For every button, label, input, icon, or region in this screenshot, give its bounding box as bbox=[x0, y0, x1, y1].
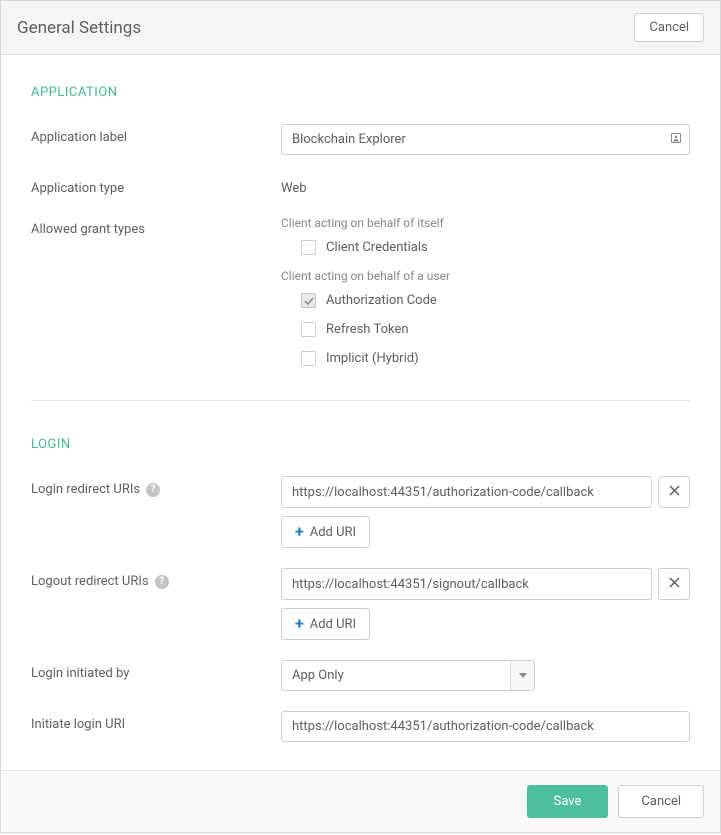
row-grant-types: Allowed grant types Client acting on beh… bbox=[31, 216, 690, 380]
checkbox-refresh-token[interactable] bbox=[301, 322, 316, 337]
remove-uri-button[interactable] bbox=[658, 476, 690, 508]
section-divider bbox=[31, 400, 690, 401]
label-logout-redirect: Logout redirect URIs ? bbox=[31, 568, 281, 589]
row-logout-redirect: Logout redirect URIs ? + Add URI bbox=[31, 568, 690, 640]
input-login-redirect-uri[interactable] bbox=[281, 476, 652, 508]
text-login-redirect: Login redirect URIs bbox=[31, 482, 140, 497]
label-login-initiated: Login initiated by bbox=[31, 660, 281, 681]
help-icon[interactable]: ? bbox=[155, 575, 169, 589]
grant-user-heading: Client acting on behalf of a user bbox=[281, 269, 690, 283]
label-initiate-login-uri: Initiate login URI bbox=[31, 711, 281, 732]
panel-content: APPLICATION Application label Applicatio… bbox=[1, 55, 720, 770]
label-application-type: Application type bbox=[31, 175, 281, 196]
label-login-redirect: Login redirect URIs ? bbox=[31, 476, 281, 497]
add-login-uri-button[interactable]: + Add URI bbox=[281, 516, 370, 548]
cancel-button-footer[interactable]: Cancel bbox=[618, 785, 704, 818]
label-grant-types: Allowed grant types bbox=[31, 216, 281, 237]
panel-footer: Save Cancel bbox=[1, 770, 720, 832]
cancel-button-header[interactable]: Cancel bbox=[634, 13, 704, 42]
add-uri-label: Add URI bbox=[310, 525, 356, 540]
panel-title: General Settings bbox=[17, 18, 141, 38]
row-application-label: Application label bbox=[31, 124, 690, 155]
value-application-type: Web bbox=[281, 175, 690, 196]
text-logout-redirect: Logout redirect URIs bbox=[31, 574, 149, 589]
label-implicit: Implicit (Hybrid) bbox=[326, 351, 419, 366]
checkbox-implicit[interactable] bbox=[301, 351, 316, 366]
checkbox-authorization-code[interactable] bbox=[301, 293, 316, 308]
close-icon bbox=[669, 485, 680, 500]
grant-self-heading: Client acting on behalf of itself bbox=[281, 216, 690, 230]
label-application-label: Application label bbox=[31, 124, 281, 145]
row-initiate-login-uri: Initiate login URI bbox=[31, 711, 690, 742]
save-button[interactable]: Save bbox=[527, 785, 609, 818]
checkbox-client-credentials[interactable] bbox=[301, 240, 316, 255]
input-initiate-login-uri[interactable] bbox=[281, 711, 690, 742]
add-logout-uri-button[interactable]: + Add URI bbox=[281, 608, 370, 640]
settings-panel: General Settings Cancel APPLICATION Appl… bbox=[0, 0, 721, 833]
input-application-label[interactable] bbox=[281, 124, 690, 155]
input-logout-redirect-uri[interactable] bbox=[281, 568, 652, 600]
label-client-credentials: Client Credentials bbox=[326, 240, 428, 255]
label-refresh-token: Refresh Token bbox=[326, 322, 409, 337]
row-login-redirect: Login redirect URIs ? + Add URI bbox=[31, 476, 690, 548]
select-login-initiated[interactable] bbox=[281, 660, 535, 691]
row-login-initiated: Login initiated by bbox=[31, 660, 690, 691]
help-icon[interactable]: ? bbox=[146, 483, 160, 497]
plus-icon: + bbox=[295, 616, 304, 632]
section-application-title: APPLICATION bbox=[31, 85, 690, 100]
section-login-title: LOGIN bbox=[31, 437, 690, 452]
remove-uri-button[interactable] bbox=[658, 568, 690, 600]
label-authorization-code: Authorization Code bbox=[326, 293, 437, 308]
close-icon bbox=[669, 577, 680, 592]
plus-icon: + bbox=[295, 524, 304, 540]
add-uri-label: Add URI bbox=[310, 617, 356, 632]
panel-header: General Settings Cancel bbox=[1, 1, 720, 55]
row-application-type: Application type Web bbox=[31, 175, 690, 196]
